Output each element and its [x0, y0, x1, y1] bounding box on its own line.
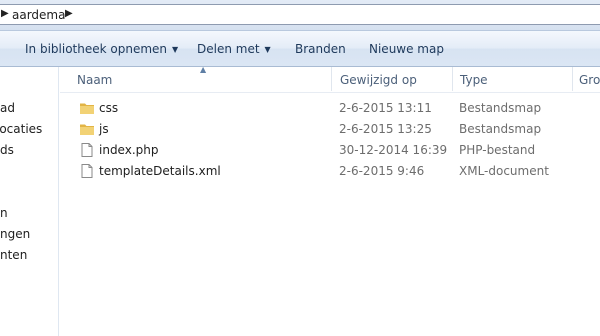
breadcrumb-chevron-icon[interactable]: ▶	[1, 8, 9, 19]
dropdown-arrow-icon: ▼	[172, 45, 179, 54]
column-header-name[interactable]: Naam	[77, 73, 112, 87]
address-bar: ▶ aardema ▶	[0, 0, 600, 30]
nav-item-documents[interactable]: n	[0, 206, 8, 220]
file-modified: 2-6-2015 13:11	[339, 101, 432, 115]
column-header-type[interactable]: Type	[460, 73, 488, 87]
nav-item-videos[interactable]: nten	[0, 248, 27, 262]
new-folder-button[interactable]: Nieuwe map	[369, 42, 444, 56]
file-icon	[81, 143, 93, 157]
file-modified: 2-6-2015 13:25	[339, 122, 432, 136]
folder-icon	[80, 124, 94, 135]
column-header-modified[interactable]: Gewijzigd op	[340, 73, 417, 87]
file-type: Bestandsmap	[459, 101, 542, 115]
column-divider[interactable]	[452, 67, 453, 91]
command-bar: In bibliotheek opnemen ▼ Delen met ▼ Brand…	[0, 30, 600, 67]
file-modified: 30-12-2014 16:39	[339, 143, 448, 157]
file-row[interactable]: js 2-6-2015 13:25 Bestandsmap	[60, 119, 600, 140]
share-with-label: Delen met	[197, 42, 260, 56]
navigation-pane: ad locaties ds n ngen nten	[0, 67, 59, 336]
file-name: js	[99, 122, 109, 136]
file-row[interactable]: index.php 30-12-2014 16:39 PHP-bestand	[60, 140, 600, 161]
share-with-button[interactable]: Delen met ▼	[197, 42, 271, 56]
column-divider[interactable]	[331, 67, 332, 91]
file-icon	[81, 164, 93, 178]
nav-item-downloads[interactable]: ad	[0, 101, 15, 115]
nav-item-recent-places[interactable]: locaties	[0, 122, 42, 136]
burn-button[interactable]: Branden	[295, 42, 346, 56]
breadcrumb-chevron-icon[interactable]: ▶	[65, 8, 73, 19]
column-header-size[interactable]: Gro	[579, 73, 600, 87]
sort-ascending-icon: ▲	[200, 65, 207, 74]
include-in-library-button[interactable]: In bibliotheek opnemen ▼	[25, 42, 178, 56]
file-type: PHP-bestand	[459, 143, 536, 157]
file-type: XML-document	[459, 164, 549, 178]
file-name: templateDetails.xml	[99, 164, 221, 178]
column-divider[interactable]	[572, 67, 573, 91]
file-modified: 2-6-2015 9:46	[339, 164, 425, 178]
address-box[interactable]: ▶ aardema ▶	[0, 4, 600, 25]
file-name: css	[99, 101, 119, 115]
file-type: Bestandsmap	[459, 122, 542, 136]
nav-item-pictures[interactable]: ngen	[0, 227, 30, 241]
folder-icon	[80, 103, 94, 114]
column-header-bar: ▲ Naam Gewijzigd op Type Gro	[60, 65, 600, 93]
file-row[interactable]: templateDetails.xml 2-6-2015 9:46 XML-do…	[60, 161, 600, 182]
dropdown-arrow-icon: ▼	[264, 45, 271, 54]
breadcrumb-folder-aardema[interactable]: aardema	[12, 8, 65, 22]
nav-item-libraries[interactable]: ds	[0, 143, 14, 157]
file-name: index.php	[99, 143, 159, 157]
file-row[interactable]: css 2-6-2015 13:11 Bestandsmap	[60, 98, 600, 119]
include-in-library-label: In bibliotheek opnemen	[25, 42, 168, 56]
